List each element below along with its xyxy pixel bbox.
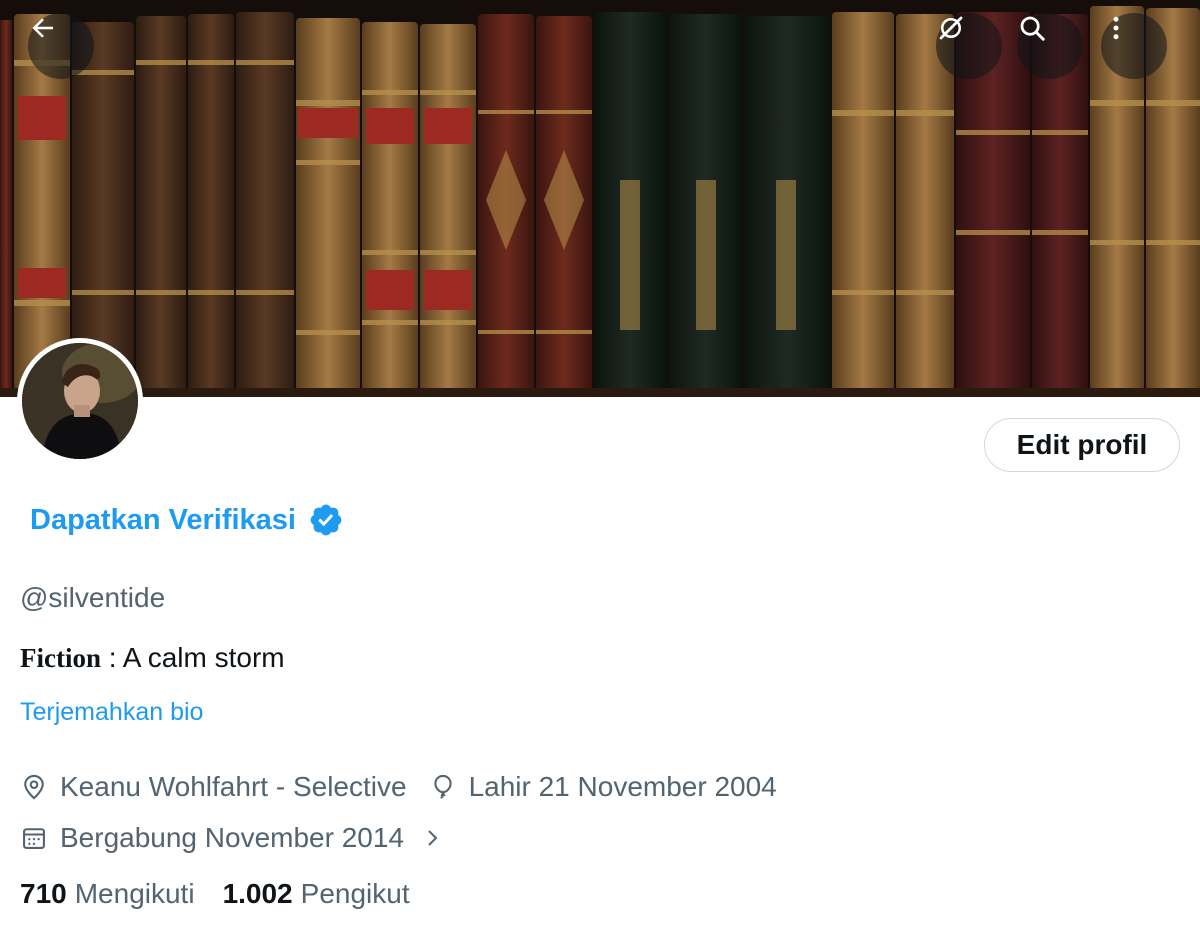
location-item: Keanu Wohlfahrt - Selective [20,771,407,803]
calendar-icon [23,828,45,849]
profile-handle: @silventide [20,582,166,613]
translate-bio-link[interactable]: Terjemahkan bio [20,698,203,727]
search-button[interactable] [1017,13,1083,79]
bio-separator: : [101,642,123,673]
more-vertical-icon [1113,16,1119,40]
joined-text: Bergabung November 2014 [60,822,405,853]
followers-count: 1.002 [222,878,293,909]
profile-bio: Fiction : A calm storm [20,642,285,674]
more-options-button[interactable] [1101,13,1167,79]
profile-meta-row-1: Keanu Wohlfahrt - Selective Lahir 21 Nov… [20,770,777,804]
grok-button[interactable] [936,13,1002,79]
location-text: Keanu Wohlfahrt - Selective [60,771,407,802]
joined-item[interactable]: Bergabung November 2014 [20,822,444,854]
location-pin-icon [24,774,44,800]
profile-banner[interactable] [0,0,1200,397]
followers-label: Pengikut [300,878,410,909]
grok-icon [939,16,963,40]
profile-meta-row-2[interactable]: Bergabung November 2014 [20,821,444,855]
back-button[interactable] [28,13,94,79]
search-icon [1020,16,1045,41]
edit-profile-button[interactable]: Edit profil [984,418,1180,472]
back-arrow-icon [32,18,53,38]
get-verified-link[interactable]: Dapatkan Verifikasi [30,504,296,537]
following-label: Mengikuti [74,878,195,909]
verified-badge-icon[interactable] [308,502,344,538]
chevron-right-icon [428,830,438,846]
bio-label: Fiction [20,643,101,673]
avatar[interactable] [17,338,143,464]
following-link[interactable]: 710 Mengikuti [20,878,195,910]
balloon-icon [433,774,452,799]
bio-text: A calm storm [122,642,285,673]
birthday-text: Lahir 21 November 2004 [468,771,777,802]
birthday-item: Lahir 21 November 2004 [429,771,777,803]
name-row: Dapatkan Verifikasi [30,500,344,540]
avatar-image [22,343,138,459]
follow-stats: 710 Mengikuti 1.002 Pengikut [20,878,410,910]
followers-link[interactable]: 1.002 Pengikut [223,878,410,910]
following-count: 710 [20,878,67,909]
